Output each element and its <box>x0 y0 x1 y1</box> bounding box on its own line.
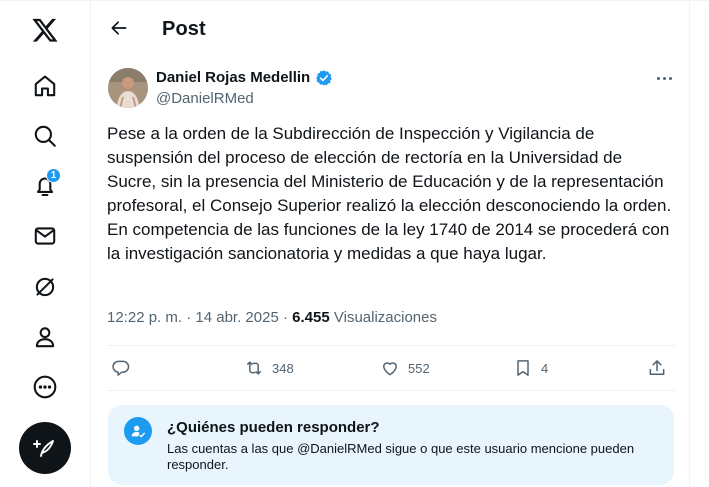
arrow-left-icon <box>111 21 127 35</box>
mention-user-icon <box>124 417 152 445</box>
sidebar-nav: 1 <box>0 0 90 487</box>
post-paragraph: En competencia de las funciones de la le… <box>107 220 670 263</box>
bookmark-button[interactable]: 4 <box>513 358 548 378</box>
reply-button[interactable] <box>111 358 139 378</box>
compose-button[interactable] <box>19 422 71 474</box>
divider <box>107 390 675 391</box>
dot-icon <box>656 76 660 80</box>
more-icon[interactable] <box>19 361 71 413</box>
views-count: 6.455 <box>292 309 330 326</box>
like-button[interactable]: 552 <box>380 358 430 378</box>
heart-icon <box>383 362 397 376</box>
author-name[interactable]: Daniel Rojas Medellin <box>156 69 310 86</box>
bookmark-count: 4 <box>541 360 549 376</box>
reply-restriction-notice: ¿Quiénes pueden responder? Las cuentas a… <box>108 405 674 485</box>
repost-button[interactable]: 348 <box>244 358 294 378</box>
repost-icon <box>247 361 261 375</box>
share-icon <box>649 360 665 375</box>
post-metadata: 12:22 p. m. · 14 abr. 2025 · 6.455 Visua… <box>107 309 437 326</box>
reply-restriction-title: ¿Quiénes pueden responder? <box>167 419 380 436</box>
page-title: Post <box>162 18 206 40</box>
compose-icon <box>33 440 54 457</box>
bookmark-icon <box>517 360 529 376</box>
dot-icon <box>668 76 672 80</box>
page-header: Post <box>91 0 691 56</box>
dot-icon <box>662 76 666 80</box>
notification-badge: 1 <box>46 168 61 183</box>
avatar[interactable] <box>108 68 148 108</box>
like-count: 552 <box>408 360 430 376</box>
search-icon[interactable] <box>19 110 71 162</box>
verified-badge-icon <box>316 70 332 86</box>
post-text: Pese a la orden de la Subdirección de In… <box>107 122 675 266</box>
post-detail-column: Post Daniel Rojas Medellin @DanielRMed P… <box>90 0 690 487</box>
repost-count: 348 <box>272 360 294 376</box>
separator-dot: · <box>282 309 288 326</box>
post-paragraph: Pese a la orden de la Subdirección de In… <box>107 124 672 215</box>
messages-icon[interactable] <box>19 210 71 262</box>
notifications-icon[interactable]: 1 <box>19 160 71 212</box>
more-options-button[interactable] <box>652 68 676 88</box>
post-actions: 348 552 4 <box>91 346 691 390</box>
post-date[interactable]: 14 abr. 2025 <box>195 309 278 326</box>
views-label: Visualizaciones <box>333 309 437 326</box>
separator-dot: · <box>186 309 192 326</box>
reply-restriction-description: Las cuentas a las que @DanielRMed sigue … <box>167 441 635 472</box>
home-icon[interactable] <box>19 60 71 112</box>
post-time[interactable]: 12:22 p. m. <box>107 309 182 326</box>
reply-icon <box>112 360 130 376</box>
x-logo-icon[interactable] <box>19 4 71 56</box>
profile-icon[interactable] <box>19 311 71 363</box>
author-handle[interactable]: @DanielRMed <box>156 90 254 107</box>
back-button[interactable] <box>105 14 133 42</box>
share-button[interactable] <box>647 358 667 378</box>
grok-icon[interactable] <box>19 261 71 313</box>
